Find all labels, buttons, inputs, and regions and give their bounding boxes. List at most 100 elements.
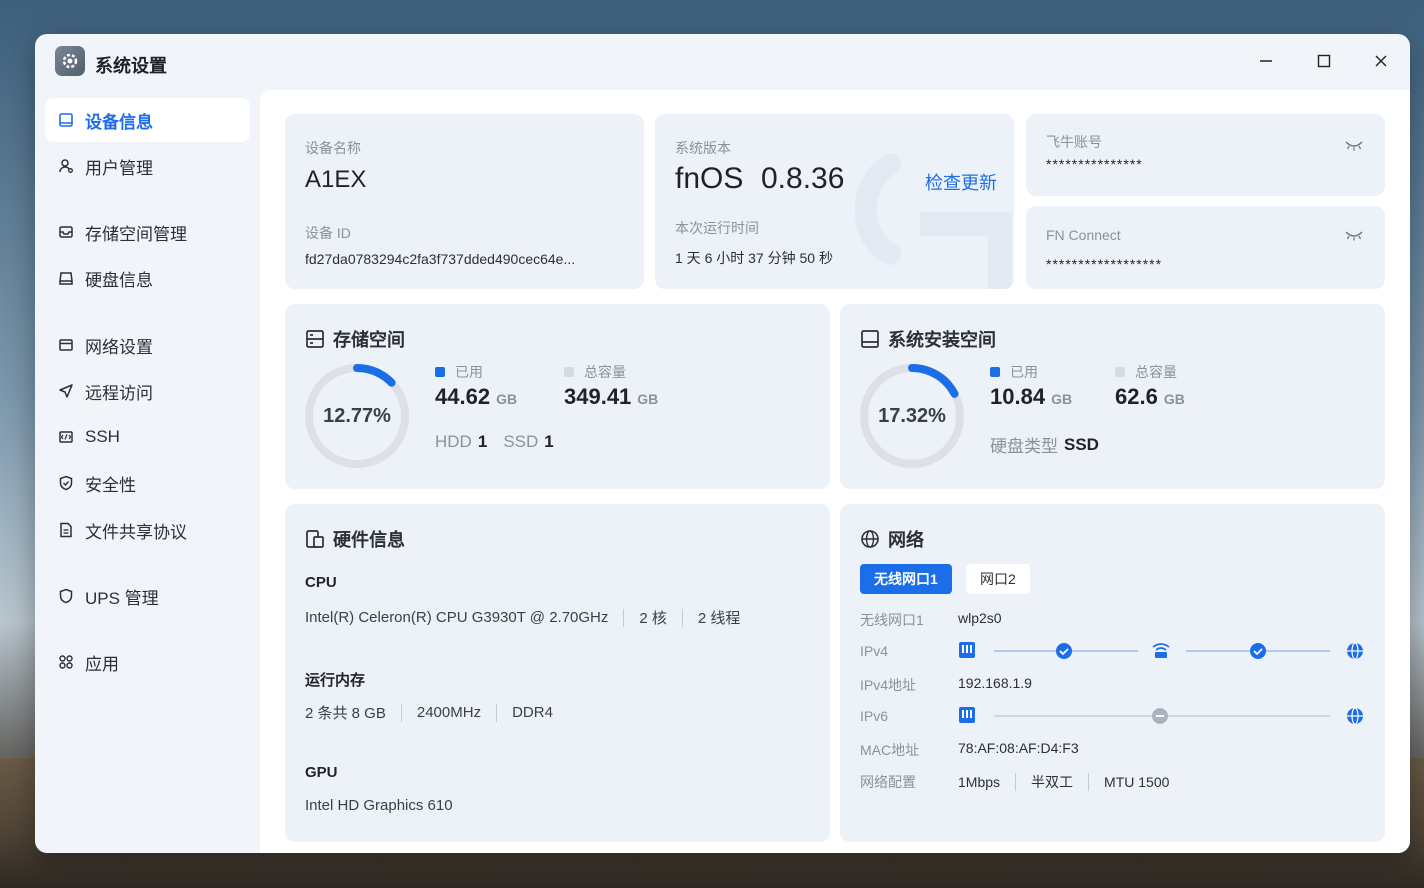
disk-counts: HDD 1 SSD 1	[435, 432, 554, 452]
title-bar: 系统设置	[35, 34, 1410, 90]
ipv6-connectivity-path	[959, 707, 1363, 725]
ipv4-address: 192.168.1.9	[958, 675, 1032, 691]
fn-connect-card: FN Connect ******************	[1026, 206, 1385, 289]
sidebar-item-apps[interactable]: 应用	[45, 640, 250, 684]
hardware-icon	[305, 529, 325, 549]
feiniu-account-value: ***************	[1046, 156, 1143, 172]
sidebar-item-ups[interactable]: UPS 管理	[45, 574, 250, 618]
fn-connect-value: ******************	[1046, 256, 1163, 272]
ssd-count: 1	[544, 432, 554, 451]
sidebar-item-file-share[interactable]: 文件共享协议	[45, 508, 250, 552]
interface-label: 无线网口1	[860, 612, 924, 628]
system-disk-icon	[860, 329, 880, 349]
check-update-link[interactable]: 检查更新	[925, 169, 997, 195]
system-used-value: 10.84 GB	[990, 384, 1072, 410]
sidebar-item-label: 文件共享协议	[85, 522, 187, 542]
sidebar-item-label: SSH	[85, 427, 120, 446]
ipv4-connectivity-path	[959, 642, 1363, 660]
cpu-info: Intel(R) Celeron(R) CPU G3930T @ 2.70GHz…	[305, 607, 740, 628]
mac-label: MAC地址	[860, 742, 920, 758]
file-share-icon	[57, 521, 75, 539]
sidebar-item-network[interactable]: 网络设置	[45, 323, 250, 367]
minimize-button[interactable]	[1251, 48, 1281, 74]
apps-icon	[57, 653, 75, 671]
gpu-label: GPU	[305, 764, 338, 781]
storage-total-value: 349.41 GB	[564, 384, 658, 410]
tab-wireless-port-1[interactable]: 无线网口1	[860, 564, 952, 594]
memory-info: 2 条共 8 GB 2400MHz DDR4	[305, 702, 553, 723]
gpu-info: Intel HD Graphics 610	[305, 797, 453, 814]
gpu-model: Intel HD Graphics 610	[305, 797, 453, 814]
globe-icon	[860, 529, 880, 549]
system-space-percent: 17.32%	[878, 404, 946, 427]
sidebar-item-label: 用户管理	[85, 158, 153, 178]
storage-percent: 12.77%	[323, 404, 391, 427]
ssh-icon	[57, 428, 75, 446]
disk-type: 硬盘类型 SSD	[990, 432, 1099, 457]
storage-total-number: 349.41	[564, 384, 632, 409]
system-space-card[interactable]: 系统安装空间 17.32% 已用 10.84 GB 总容量 62.6 GB 硬盘…	[840, 304, 1385, 489]
eye-closed-icon[interactable]	[1344, 228, 1364, 247]
system-used-legend: 已用	[990, 362, 1038, 382]
hardware-card: 硬件信息 CPU Intel(R) Celeron(R) CPU G3930T …	[285, 504, 830, 842]
maximize-button[interactable]	[1309, 48, 1339, 74]
os-version: 0.8.36	[761, 162, 845, 195]
disk-icon	[57, 269, 75, 287]
memory-label: 运行内存	[305, 672, 366, 689]
cpu-label: CPU	[305, 574, 337, 591]
device-card: 设备名称 A1EX 设备 ID fd27da0783294c2fa3f737dd…	[285, 114, 644, 289]
memory-size: 2 条共 8 GB	[305, 705, 386, 722]
sidebar-item-disks[interactable]: 硬盘信息	[45, 256, 250, 300]
total-swatch	[564, 367, 574, 377]
network-card: 网络 无线网口1 网口2 无线网口1 wlp2s0 IPv4 IPv4地址 19…	[840, 504, 1385, 842]
storage-title-text: 存储空间	[333, 330, 405, 350]
storage-total-unit: GB	[637, 391, 659, 407]
system-space-usage-ring: 17.32%	[858, 362, 966, 470]
sidebar-item-remote[interactable]: 远程访问	[45, 369, 250, 413]
ups-shield-icon	[57, 587, 75, 605]
cpu-threads: 2 线程	[697, 610, 741, 627]
sidebar-item-label: 硬盘信息	[85, 270, 153, 290]
network-config-label: 网络配置	[860, 774, 916, 790]
network-settings-icon	[57, 336, 75, 354]
device-info-icon	[57, 111, 75, 129]
uptime-value: 1 天 6 小时 37 分钟 50 秒	[675, 250, 833, 266]
device-id-label: 设备 ID	[305, 225, 351, 241]
sidebar-item-ssh[interactable]: SSH	[45, 415, 250, 459]
internet-globe-icon	[1347, 707, 1363, 725]
sidebar-item-device-info[interactable]: 设备信息	[45, 98, 250, 142]
device-name-label: 设备名称	[305, 140, 361, 156]
storage-card[interactable]: 存储空间 12.77% 已用 44.62 GB 总容量 349.41 GB HD…	[285, 304, 830, 489]
system-total-number: 62.6	[1115, 384, 1158, 409]
sidebar-item-label: 安全性	[85, 475, 136, 495]
sidebar-item-users[interactable]: 用户管理	[45, 144, 250, 188]
feiniu-account-card: 飞牛账号 ***************	[1026, 114, 1385, 196]
used-swatch	[990, 367, 1000, 377]
remote-access-icon	[57, 382, 75, 400]
sidebar-item-label: 存储空间管理	[85, 224, 187, 244]
system-version-card: 系统版本 fnOS 0.8.36 检查更新 本次运行时间 1 天 6 小时 37…	[655, 114, 1014, 289]
check-node-icon	[1056, 643, 1072, 659]
internet-globe-icon	[1347, 642, 1363, 660]
close-button[interactable]	[1366, 48, 1396, 74]
tab-port-2[interactable]: 网口2	[966, 564, 1030, 594]
ssd-label: SSD	[503, 432, 539, 451]
system-used-number: 10.84	[990, 384, 1046, 409]
eye-closed-icon[interactable]	[1344, 138, 1364, 157]
sidebar-item-label: 网络设置	[85, 337, 153, 357]
gear-icon	[55, 46, 85, 76]
hardware-title-text: 硬件信息	[333, 530, 405, 550]
sidebar-item-label: 远程访问	[85, 383, 153, 403]
window-title: 系统设置	[95, 56, 167, 76]
system-space-title-text: 系统安装空间	[888, 330, 996, 350]
disk-type-value: SSD	[1064, 434, 1099, 454]
sidebar-item-storage[interactable]: 存储空间管理	[45, 210, 250, 254]
user-icon	[57, 157, 75, 175]
system-total-value: 62.6 GB	[1115, 384, 1185, 410]
router-icon	[1152, 643, 1170, 658]
storage-used-label: 已用	[455, 364, 483, 380]
sidebar-item-security[interactable]: 安全性	[45, 461, 250, 505]
os-name: fnOS	[675, 162, 744, 195]
device-id: fd27da0783294c2fa3f737dded490cec64e...	[305, 251, 576, 267]
shield-icon	[57, 474, 75, 492]
